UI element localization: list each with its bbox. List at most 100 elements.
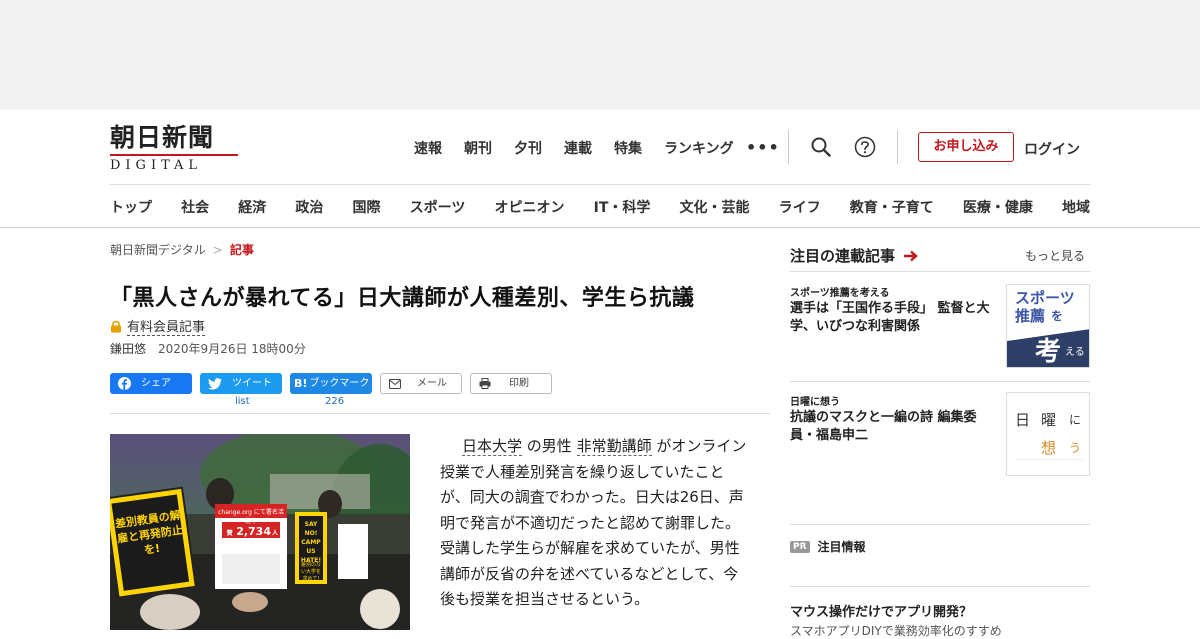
login-link[interactable]: ログイン <box>1024 139 1080 159</box>
search-icon[interactable] <box>810 136 832 158</box>
hatena-bookmark-button[interactable]: B! ブックマーク <box>290 373 372 394</box>
cat-education[interactable]: 教育・子育て <box>850 197 934 217</box>
mail-share-label: メール <box>417 378 447 389</box>
pr-article-title[interactable]: マウス操作だけでアプリ開発？ <box>790 601 972 620</box>
protest-sign-3: SAY NO! CAMPUS HATE! <box>300 521 322 564</box>
cat-culture[interactable]: 文化・芸能 <box>680 197 750 217</box>
sidebar-divider <box>790 381 1090 382</box>
series-tag[interactable]: スポーツ推薦を考える <box>790 284 890 299</box>
thumb-text-d: 想 <box>1041 439 1057 457</box>
protest-sign-2-counter: 賛同者 2,734 人 <box>224 525 278 555</box>
hatena-bookmark-label: ブックマーク <box>309 378 370 389</box>
subscribe-button[interactable]: お申し込み <box>918 132 1014 162</box>
cat-politics[interactable]: 政治 <box>295 197 323 217</box>
sidebar-heading[interactable]: 注目の連載記事 <box>790 245 919 266</box>
cat-society[interactable]: 社会 <box>181 197 209 217</box>
twitter-count[interactable]: list <box>235 396 250 407</box>
logo-subtitle: DIGITAL <box>110 154 238 173</box>
help-icon[interactable] <box>854 136 876 158</box>
article-headline: 「黒人さんが暴れてる」日大講師が人種差別、学生ら抗議 <box>110 286 695 311</box>
series-article-title[interactable]: 選手は「王国作る手段」 監督と大学、いびつな利害関係 <box>790 300 1002 336</box>
twitter-share-label: ツイート <box>232 378 272 389</box>
nav-breaking[interactable]: 速報 <box>414 138 442 158</box>
article-datetime: 2020年9月26日 18時00分 <box>158 342 306 356</box>
thumb-text-d: 考 <box>1035 337 1062 367</box>
cat-sports[interactable]: スポーツ <box>410 197 466 217</box>
link-nihon-university[interactable]: 日本大学 <box>462 437 523 456</box>
series-tag[interactable]: 日曜に想う <box>790 393 840 408</box>
signature-unit: 人 <box>271 530 278 537</box>
article-divider <box>110 413 770 414</box>
thumb-text-e: える <box>1065 347 1085 358</box>
ad-banner-area <box>0 0 1200 110</box>
series-article-title[interactable]: 抗議のマスクと一編の詩 編集委員・福島申二 <box>790 409 1002 445</box>
breadcrumb-current: 記事 <box>229 243 254 257</box>
thumb-text-c: に <box>1069 413 1082 427</box>
header-divider <box>788 130 789 164</box>
cat-health[interactable]: 医療・健康 <box>963 197 1033 217</box>
sidebar-divider <box>790 524 1090 525</box>
nav-series[interactable]: 連載 <box>564 138 592 158</box>
breadcrumb-home[interactable]: 朝日新聞デジタル <box>110 243 206 257</box>
pr-article-subtitle[interactable]: スマホアプリDIYで業務効率化のすすめ <box>790 622 1002 639</box>
pr-heading: 注目情報 <box>817 540 866 554</box>
nav-features[interactable]: 特集 <box>614 138 642 158</box>
article-body: 日本大学 の男性 非常勤講師 がオンライン授業で人種差別発言を繰り返していたこと… <box>440 434 750 613</box>
category-nav: トップ 社会 経済 政治 国際 スポーツ オピニオン IT・科学 文化・芸能 ラ… <box>110 197 1090 217</box>
pr-badge: PR <box>790 540 810 553</box>
facebook-share-button[interactable]: シェア <box>110 373 192 394</box>
mail-share-button[interactable]: メール <box>380 373 462 394</box>
sidebar-divider <box>790 586 1090 587</box>
protest-sign-2-top: change.org にて署名活動中 <box>218 509 284 525</box>
more-menu-icon[interactable]: ••• <box>746 138 780 157</box>
print-label: 印刷 <box>509 378 529 389</box>
logo-wordmark: 朝日新聞 <box>110 123 215 152</box>
mail-icon <box>389 378 401 389</box>
paid-member-label: 有料会員記事 <box>127 316 206 336</box>
cat-top[interactable]: トップ <box>110 197 152 217</box>
nav-evening[interactable]: 夕刊 <box>514 138 542 158</box>
pr-section-header: PR 注目情報 <box>790 538 866 555</box>
facebook-share-label: シェア <box>141 378 171 389</box>
print-icon <box>479 378 491 389</box>
sidebar-more-link[interactable]: もっと見る <box>1025 247 1085 264</box>
link-part-time-lecturer[interactable]: 非常勤講師 <box>576 437 652 456</box>
cat-opinion[interactable]: オピニオン <box>494 197 564 217</box>
header-separator <box>110 184 1090 185</box>
thumbnail-rule <box>1015 459 1083 460</box>
breadcrumb-separator: > <box>212 243 223 257</box>
article-meta: 鎌田悠 2020年9月26日 18時00分 <box>110 340 306 357</box>
facebook-icon <box>118 377 131 390</box>
cat-region[interactable]: 地域 <box>1062 197 1090 217</box>
arrow-right-icon <box>904 250 919 262</box>
body-text-2: がオンライン授業で人種差別発言を繰り返していたことが、同大の調査でわかった。日大… <box>440 437 747 608</box>
twitter-icon <box>208 377 222 390</box>
hatena-count[interactable]: 226 <box>325 396 344 407</box>
series-thumbnail[interactable]: スポーツ 推薦 を 考 える <box>1006 284 1090 368</box>
cat-economy[interactable]: 経済 <box>238 197 266 217</box>
signature-label: 賛同者 <box>226 530 233 555</box>
paid-member-badge[interactable]: 有料会員記事 <box>110 316 206 336</box>
sidebar-divider <box>790 271 1090 272</box>
hatena-icon: B! <box>294 377 308 390</box>
breadcrumb: 朝日新聞デジタル > 記事 <box>110 241 254 258</box>
article-photo[interactable]: 差別教員の解雇と再発防止を! change.org にて署名活動中 賛同者 2,7… <box>110 434 410 630</box>
print-button[interactable]: 印刷 <box>470 373 552 394</box>
cat-it-science[interactable]: IT・科学 <box>594 197 651 217</box>
protest-sign-3-sub: 差別のない大学を求めて! <box>300 562 321 582</box>
cat-international[interactable]: 国際 <box>353 197 381 217</box>
signature-count: 2,734 <box>236 525 271 538</box>
top-nav: 速報 朝刊 夕刊 連載 特集 ランキング <box>414 138 756 158</box>
twitter-share-button[interactable]: ツイート <box>200 373 282 394</box>
site-header: 朝日新聞 DIGITAL 速報 朝刊 夕刊 連載 特集 ランキング ••• お申… <box>0 110 1200 228</box>
thumb-text-c: を <box>1051 309 1064 323</box>
cat-life[interactable]: ライフ <box>779 197 821 217</box>
nav-ranking[interactable]: ランキング <box>664 138 734 158</box>
lock-icon <box>111 320 121 332</box>
site-logo[interactable]: 朝日新聞 DIGITAL <box>110 123 245 173</box>
nav-morning[interactable]: 朝刊 <box>464 138 492 158</box>
sidebar-heading-label: 注目の連載記事 <box>790 247 896 265</box>
body-text-1: の男性 <box>526 437 572 455</box>
thumb-text-b: 推薦 <box>1015 307 1046 325</box>
series-thumbnail[interactable]: 日 曜 に 想 う <box>1006 392 1090 476</box>
